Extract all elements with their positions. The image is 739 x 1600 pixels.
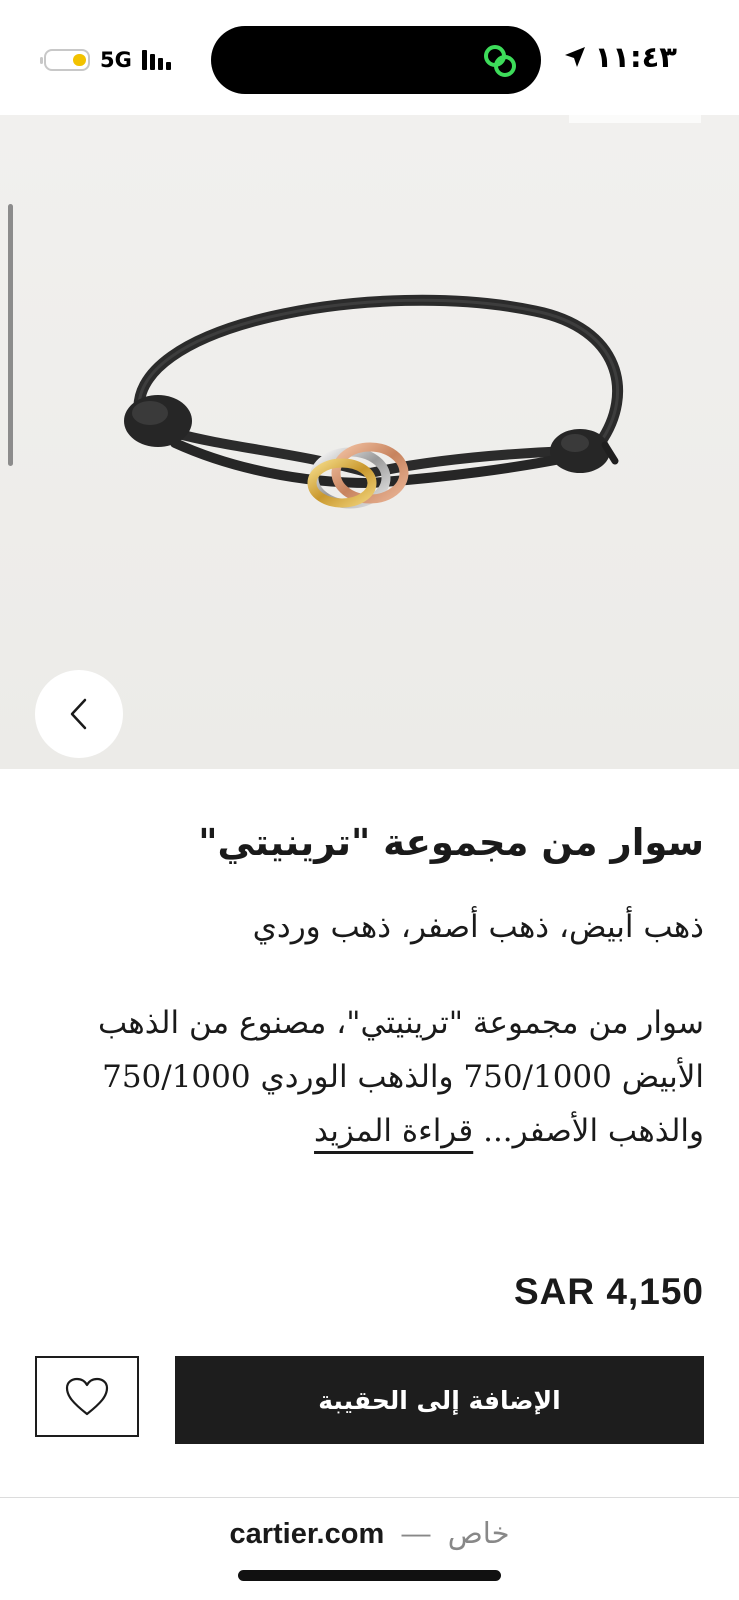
wishlist-button[interactable]	[35, 1356, 139, 1437]
status-time: ١١:٤٣	[594, 40, 677, 74]
status-right-group: ١١:٤٣	[563, 40, 677, 74]
home-indicator[interactable]	[238, 1570, 501, 1581]
signal-icon	[141, 50, 171, 70]
product-title: سوار من مجموعة "ترينيتي"	[198, 821, 704, 864]
location-arrow-icon	[564, 47, 585, 67]
heart-icon	[65, 1377, 109, 1415]
link-icon	[484, 45, 516, 77]
status-bar: 5G ١١:٤٣	[0, 0, 739, 115]
chevron-left-icon	[70, 698, 87, 730]
gallery-scroll-indicator	[8, 204, 13, 466]
gallery-prev-button[interactable]	[35, 670, 123, 758]
status-left-group: 5G	[40, 46, 171, 74]
product-description: سوار من مجموعة "ترينيتي"، مصنوع من الذهب…	[44, 996, 704, 1158]
browser-address-bar[interactable]: cartier.com — خاص	[0, 1497, 739, 1600]
product-info: سوار من مجموعة "ترينيتي" ذهب أبيض، ذهب أ…	[0, 769, 739, 1469]
add-to-bag-label: الإضافة إلى الحقيبة	[318, 1385, 561, 1415]
product-image-gallery[interactable]	[0, 115, 739, 769]
dynamic-island	[211, 26, 541, 94]
url-display[interactable]: cartier.com — خاص	[0, 1516, 739, 1551]
battery-icon	[40, 49, 90, 71]
url-domain: cartier.com	[229, 1518, 385, 1550]
url-separator: —	[401, 1518, 431, 1550]
network-type: 5G	[100, 48, 132, 72]
product-price: SAR 4,150	[514, 1271, 704, 1312]
product-materials: ذهب أبيض، ذهب أصفر، ذهب وردي	[252, 909, 704, 945]
add-to-bag-button[interactable]: الإضافة إلى الحقيبة	[175, 1356, 704, 1444]
bracelet-image	[124, 294, 624, 509]
private-mode-label: خاص	[447, 1516, 510, 1550]
read-more-link[interactable]: قراءة المزيد	[314, 1113, 473, 1149]
gallery-top-tab	[569, 115, 701, 123]
